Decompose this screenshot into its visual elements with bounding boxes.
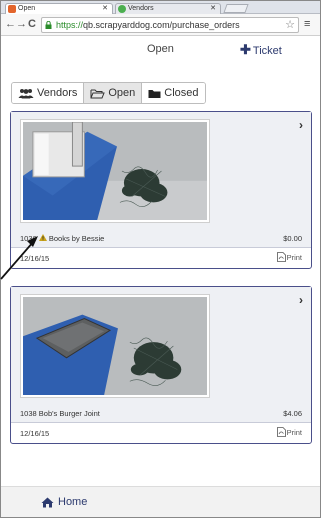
order-number: 1038 [20,409,37,418]
home-icon [41,497,54,507]
browser-toolbar: ← → C https://qb.scrapyarddog.com/purcha… [1,14,320,36]
url-scheme: https:// [56,20,84,30]
folder-icon [148,89,161,98]
scale-photo [20,294,210,398]
address-bar[interactable]: https://qb.scrapyarddog.com/purchase_ord… [41,17,299,33]
browser-tab-vendors[interactable]: Vendors ✕ [115,3,221,14]
chevron-right-icon[interactable]: › [299,293,303,307]
filter-vendors-button[interactable]: Vendors [12,83,85,103]
url-path: qb.scrapyarddog.com/purchase_orders [83,20,240,30]
pdf-file-icon [276,427,286,437]
order-title: 1038 Bob's Burger Joint [20,409,100,418]
order-card[interactable]: › 1038 Bob's Burger Joint $4.06 12/16/15… [10,286,312,444]
order-card[interactable]: › 1036 Books by Bessie $0.00 12/16/15 Pr… [10,111,312,269]
ticket-label: Ticket [252,45,282,57]
lock-icon [45,21,52,29]
close-tab-icon[interactable]: ✕ [210,4,216,14]
scale-photo [20,119,210,223]
page-title: Open [147,43,174,55]
vendor-name: Bob's Burger Joint [38,409,100,418]
filter-closed-button[interactable]: Closed [142,83,205,103]
filter-label: Open [108,87,136,99]
new-ticket-button[interactable]: ✚ Ticket [240,42,282,58]
print-button[interactable]: Print [276,427,302,437]
browser-menu-icon[interactable]: ≡ [304,18,310,30]
plus-icon: ✚ [240,42,251,57]
bookmark-star-icon[interactable]: ☆ [285,18,295,32]
scrapyard-favicon-icon [8,5,16,13]
close-tab-icon[interactable]: ✕ [102,4,108,14]
users-icon [18,88,34,98]
new-tab-button[interactable] [223,4,249,13]
folder-open-icon [90,89,106,98]
filter-open-button[interactable]: Open [84,83,143,103]
reload-icon[interactable]: C [28,18,36,30]
browser-tab-open[interactable]: Open ✕ [5,3,113,14]
annotation-arrow-icon [0,236,38,280]
print-label: Print [286,252,302,262]
order-amount: $4.06 [283,409,302,418]
forward-arrow-icon[interactable]: → [16,18,27,30]
order-date: 12/16/15 [20,429,50,438]
bottom-nav: Home [1,486,320,517]
chevron-right-icon[interactable]: › [299,118,303,132]
order-card-body: › 1036 Books by Bessie $0.00 [11,112,311,248]
browser-tab-title: Open [18,5,36,12]
back-arrow-icon[interactable]: ← [5,18,16,30]
browser-tab-strip: Open ✕ Vendors ✕ [1,1,320,14]
home-label: Home [58,496,88,508]
filter-label: Vendors [37,87,78,99]
print-label: Print [286,427,302,437]
vendors-favicon-icon [118,5,126,13]
browser-tab-title: Vendors [128,5,154,12]
print-button[interactable]: Print [276,252,302,262]
status-filter-group: Vendors Open Closed [11,82,206,104]
pdf-file-icon [276,252,286,262]
filter-label: Closed [164,87,199,99]
order-amount: $0.00 [283,234,302,243]
home-link[interactable]: Home [41,496,87,508]
vendor-name: Books by Bessie [48,234,105,243]
order-card-body: › 1038 Bob's Burger Joint $4.06 [11,287,311,423]
